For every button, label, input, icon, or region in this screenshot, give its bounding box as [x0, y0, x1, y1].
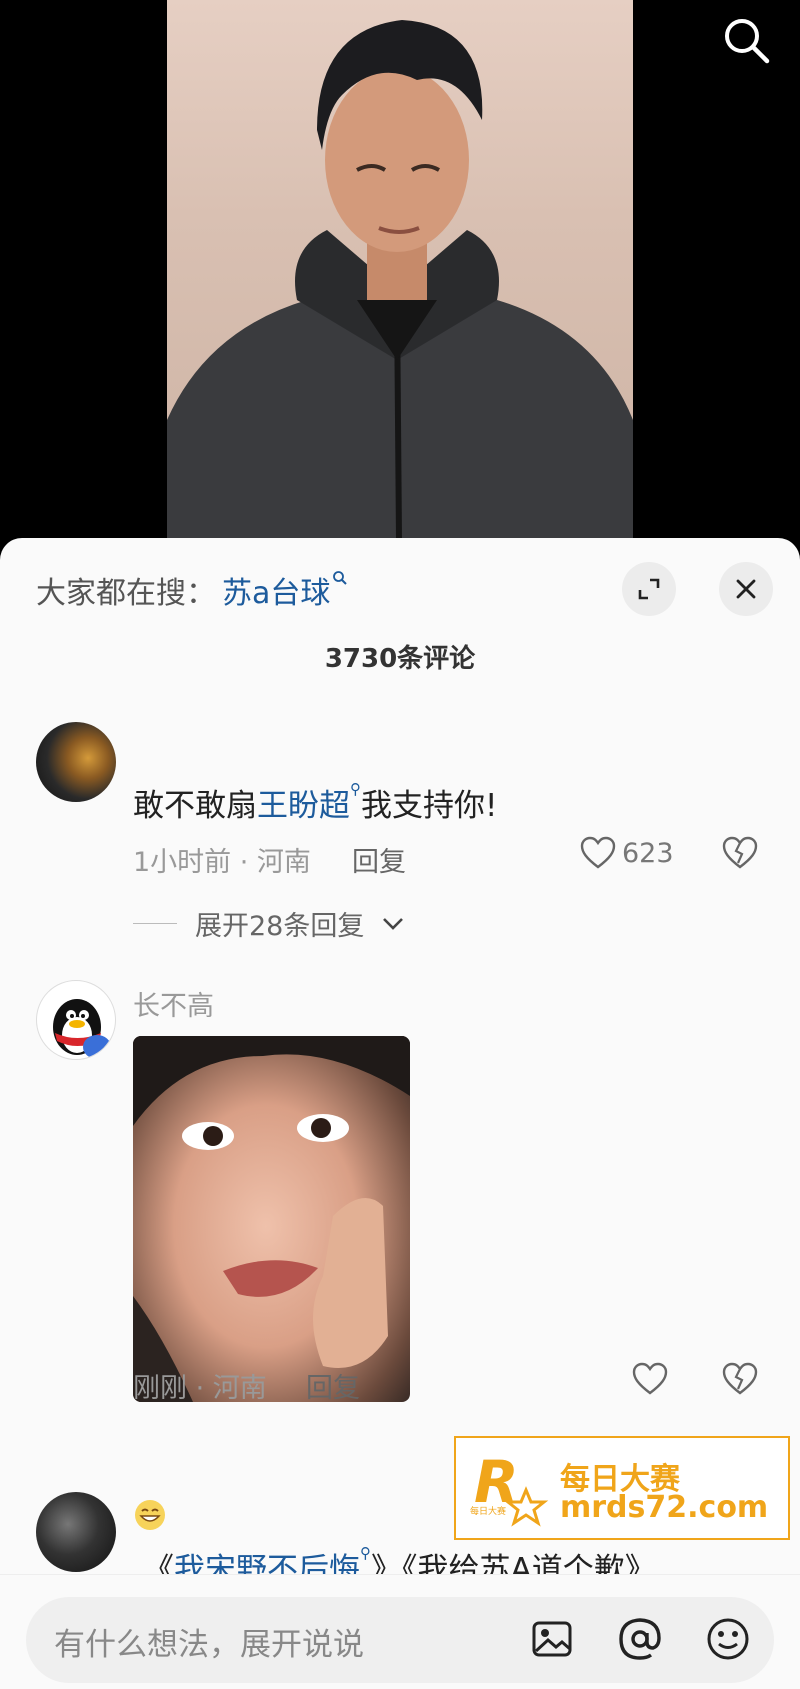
- comment-text: 敢不敢扇王盼超⚲我支持你!: [133, 780, 497, 825]
- watermark-url: mrds72.com: [560, 1490, 769, 1525]
- heart-icon: [632, 1362, 668, 1395]
- expand-button[interactable]: [622, 562, 676, 616]
- grin-emoji-icon: [135, 1500, 165, 1530]
- reply-button[interactable]: 回复: [352, 840, 406, 879]
- search-small-icon: ⚲: [350, 780, 361, 798]
- expand-replies-label: 展开28条回复: [195, 911, 365, 942]
- search-small-icon: [333, 571, 348, 585]
- comment-meta: 1小时前 · 河南: [133, 847, 311, 878]
- close-icon: [736, 579, 756, 599]
- comments-panel: 大家都在搜： 苏a台球 3730条评论 敢不敢扇王盼超⚲我支持你! 1小时前 ·…: [0, 538, 800, 1689]
- svg-text:每日大赛: 每日大赛: [470, 1505, 506, 1517]
- like-button[interactable]: 623: [580, 836, 674, 870]
- watermark-logo: R 每日大赛: [470, 1448, 549, 1527]
- dislike-button[interactable]: [722, 836, 758, 874]
- watermark-overlay: R 每日大赛 每日大赛 mrds72.com: [454, 1436, 790, 1540]
- username[interactable]: 长不高: [133, 984, 214, 1023]
- broken-heart-icon: [722, 836, 758, 869]
- image-icon[interactable]: [528, 1615, 576, 1663]
- avatar[interactable]: [36, 1492, 116, 1572]
- avatar[interactable]: [36, 980, 116, 1060]
- at-icon[interactable]: [616, 1615, 664, 1663]
- avatar[interactable]: [36, 722, 116, 802]
- comment-text-part: 我支持你!: [361, 788, 498, 824]
- expand-icon: [638, 578, 660, 600]
- comment-image[interactable]: [133, 1036, 410, 1402]
- search-icon[interactable]: [720, 14, 772, 66]
- reply-button[interactable]: 回复: [306, 1366, 360, 1405]
- comment-input-bar: 有什么想法，展开说说: [0, 1574, 800, 1689]
- expand-replies-button[interactable]: 展开28条回复: [133, 904, 404, 943]
- heart-icon: [580, 836, 616, 869]
- chevron-down-icon: [383, 917, 404, 930]
- broken-heart-icon: [722, 1362, 758, 1395]
- video-frame: [167, 0, 633, 540]
- comment-text-part: 敢不敢扇: [133, 788, 257, 824]
- comment-input-placeholder: 有什么想法，展开说说: [54, 1627, 364, 1663]
- comment-search-link[interactable]: 王盼超: [257, 788, 350, 824]
- close-button[interactable]: [719, 562, 773, 616]
- video-player[interactable]: [0, 0, 800, 560]
- hot-search-link[interactable]: 苏a台球: [222, 568, 330, 612]
- like-button[interactable]: [632, 1362, 668, 1396]
- hot-search-row: 大家都在搜： 苏a台球: [36, 566, 348, 614]
- dislike-button[interactable]: [722, 1362, 758, 1400]
- hot-search-label: 大家都在搜：: [36, 576, 216, 611]
- search-small-icon: ⚲: [360, 1544, 371, 1562]
- comment-count: 3730条评论: [324, 644, 476, 674]
- comment-meta: 刚刚 · 河南: [133, 1373, 267, 1404]
- divider: [133, 923, 177, 924]
- video-person-illustration: [167, 20, 633, 540]
- comment-input[interactable]: 有什么想法，展开说说: [26, 1597, 774, 1683]
- comment-photo-illustration: [133, 1036, 410, 1402]
- emoji-icon[interactable]: [704, 1615, 752, 1663]
- like-count: 623: [622, 837, 674, 869]
- penguin-avatar-illustration: [53, 999, 111, 1059]
